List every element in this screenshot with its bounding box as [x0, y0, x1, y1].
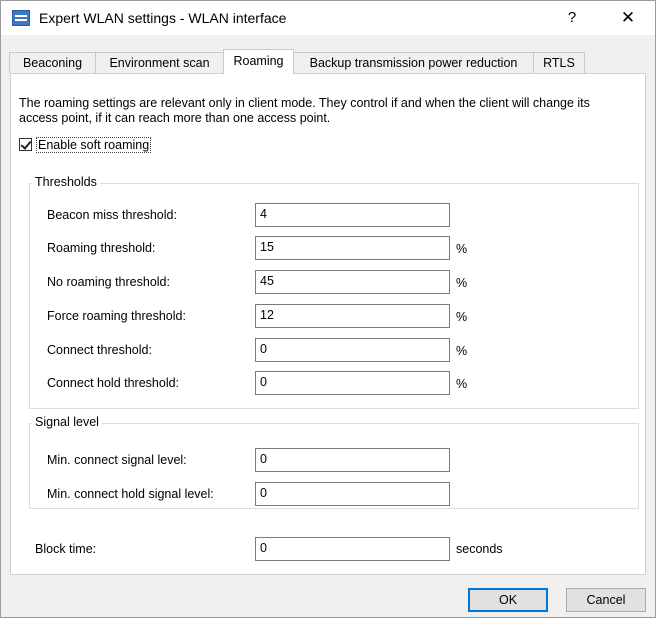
tab-rtls[interactable]: RTLS [533, 52, 585, 73]
roaming-description: The roaming settings are relevant only i… [19, 96, 590, 125]
block-time-label: Block time: [35, 542, 97, 556]
connect-hold-threshold-unit: % [456, 377, 468, 391]
soft-roaming-label[interactable]: Enable soft roaming [36, 137, 152, 153]
connect-hold-threshold-label: Connect hold threshold: [47, 376, 180, 390]
tab-environment-scan[interactable]: Environment scan [95, 52, 224, 73]
beacon-miss-threshold-input[interactable]: 4 [255, 203, 450, 227]
soft-roaming-checkbox[interactable] [19, 138, 32, 151]
connect-threshold-label: Connect threshold: [47, 343, 152, 357]
cancel-button[interactable]: Cancel [566, 588, 646, 612]
no-roaming-threshold-input[interactable]: 45 [255, 270, 450, 294]
force-roaming-threshold-label: Force roaming threshold: [47, 309, 186, 323]
tab-roaming[interactable]: Roaming [223, 49, 294, 74]
beacon-miss-threshold-label: Beacon miss threshold: [47, 208, 177, 222]
tab-backup-transmission-power-reduction[interactable]: Backup transmission power reduction [293, 52, 534, 73]
force-roaming-threshold-input[interactable]: 12 [255, 304, 450, 328]
roaming-threshold-label: Roaming threshold: [47, 241, 156, 255]
tab-beaconing[interactable]: Beaconing [9, 52, 96, 73]
dialog-footer [1, 575, 655, 617]
connect-hold-threshold-input[interactable]: 0 [255, 371, 450, 395]
app-icon [12, 10, 30, 26]
window-title: Expert WLAN settings - WLAN interface [39, 10, 287, 26]
force-roaming-threshold-unit: % [456, 310, 468, 324]
title-bar[interactable]: Expert WLAN settings - WLAN interface ? … [1, 1, 655, 35]
connect-threshold-input[interactable]: 0 [255, 338, 450, 362]
dialog-window: Expert WLAN settings - WLAN interface ? … [0, 0, 656, 618]
min-connect-hold-signal-level-input[interactable]: 0 [255, 482, 450, 506]
block-time-unit: seconds [456, 542, 503, 556]
min-connect-hold-signal-level-label: Min. connect hold signal level: [47, 487, 214, 501]
roaming-threshold-unit: % [456, 242, 468, 256]
min-connect-signal-level-label: Min. connect signal level: [47, 453, 187, 467]
signal-level-group-title: Signal level [32, 415, 102, 429]
no-roaming-threshold-unit: % [456, 276, 468, 290]
min-connect-signal-level-input[interactable]: 0 [255, 448, 450, 472]
no-roaming-threshold-label: No roaming threshold: [47, 275, 170, 289]
close-button[interactable]: ✕ [613, 7, 643, 29]
connect-threshold-unit: % [456, 344, 468, 358]
roaming-threshold-input[interactable]: 15 [255, 236, 450, 260]
ok-button[interactable]: OK [468, 588, 548, 612]
block-time-input[interactable]: 0 [255, 537, 450, 561]
thresholds-group-title: Thresholds [32, 175, 100, 189]
help-button[interactable]: ? [557, 7, 587, 29]
